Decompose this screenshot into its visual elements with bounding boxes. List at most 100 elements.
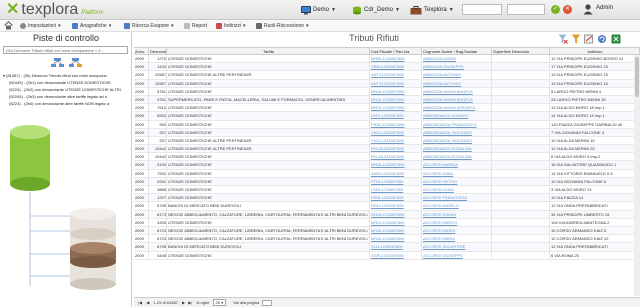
table-row[interactable]: 2009 4448 UTENZE DOMESTICHE GSPL1234567890 A… <box>134 251 640 260</box>
cell-cognome-nome[interactable]: ACCORSI PIETRO <box>422 177 492 185</box>
menu-anagrafiche[interactable]: Anagrafiche ▾ <box>72 22 111 30</box>
cell-cognome-nome[interactable]: ABBONDANZA ROSALINA <box>422 145 492 153</box>
cell-codice-fiscale[interactable]: FRNC1234567890 <box>370 120 422 128</box>
cell-cognome-nome[interactable]: ACCORSI LUISA <box>422 186 492 194</box>
date-from-input[interactable] <box>462 4 502 15</box>
filter-clear-icon[interactable] <box>558 34 568 44</box>
table-row[interactable]: 2009 6724 NEGOZI ABBIGLIAMENTO, CALZATURE,… <box>134 226 640 236</box>
table-row[interactable]: 2009 1433 UTENZE DOMESTICHE SRNL1234567890 A… <box>134 63 640 72</box>
table-row[interactable]: 2009 5592 UTENZE DOMESTICHE DNTL1234567890 A… <box>134 112 640 121</box>
column-header-denuncia[interactable]: Denuncia <box>149 48 167 54</box>
tree-item[interactable]: (52245) - (2b3) con denunciante altre ta… <box>3 93 129 100</box>
filter-icon[interactable] <box>571 34 581 44</box>
table-row[interactable]: 2009 9331 UTENZE DOMESTICHE PTRL1234567890 A… <box>134 177 640 186</box>
table-row[interactable]: 2009 257 UTENZE DOMESTICHE ALTRE PERTINENZ… <box>134 136 640 146</box>
cell-codice-fiscale[interactable]: ANTS1234567890 <box>370 79 422 87</box>
table-row[interactable]: 2009 10442 UTENZE DOMESTICHE RSLN1234567890… <box>134 153 640 162</box>
cell-codice-fiscale[interactable]: NGLL1234567890 <box>370 202 422 210</box>
column-header-cognome-nome[interactable]: Cognome-Nome / Rag.Sociale <box>422 48 492 54</box>
column-header-tariffa[interactable]: Tariffa <box>167 48 370 54</box>
cell-codice-fiscale[interactable]: GSPL1234567890 <box>370 251 422 259</box>
cell-codice-fiscale[interactable]: MRAL1234567890 <box>370 235 422 243</box>
cell-cognome-nome[interactable]: ACCORSI GIUSEPPE <box>422 251 492 259</box>
table-row[interactable]: 2009 10442 UTENZE DOMESTICHE ALTRE PERTINE… <box>134 145 640 154</box>
first-page-icon[interactable]: |◀ <box>138 300 142 305</box>
menu-ruoli[interactable]: Ruoli-Riscossione ▾ <box>256 22 309 30</box>
refresh-icon[interactable] <box>597 34 607 44</box>
table-row[interactable]: 2009 257 UTENZE DOMESTICHE VNCL1234567890 AB… <box>134 128 640 137</box>
goto-page-input[interactable] <box>262 299 273 306</box>
home-icon[interactable] <box>4 21 13 30</box>
tree-item[interactable]: (5224) - (2b2) con denunciante UTENZE DO… <box>3 86 129 93</box>
combo-cdr[interactable]: Cdr_Demo ▼ <box>352 4 400 16</box>
column-header-anno[interactable]: Anno <box>134 48 149 54</box>
cell-codice-fiscale[interactable]: DNTL1234567890 <box>370 112 422 120</box>
tree-item[interactable]: (5224) - (2b4) con denunciante altre tar… <box>3 100 129 107</box>
cell-codice-fiscale[interactable]: MRCL1234567890 <box>370 218 422 226</box>
cell-cognome-nome[interactable]: ABBAZZIA ANTONIO <box>422 71 492 79</box>
column-header-indirizzo[interactable]: Indirizzo <box>550 48 640 54</box>
excel-icon[interactable] <box>611 34 621 44</box>
table-row[interactable]: 2009 5781 UTENZE DOMESTICHE MRAL1234567890 A… <box>134 87 640 96</box>
cell-cognome-nome[interactable]: ABBONDANZA ROSALINA <box>422 153 492 161</box>
date-to-input[interactable] <box>507 4 545 15</box>
scrollbar-thumb[interactable] <box>635 57 639 97</box>
cell-cognome-nome[interactable]: ACCORSI MARIA <box>422 226 492 235</box>
cell-cognome-nome[interactable]: ABBONDANZA DONATO <box>422 112 492 120</box>
table-row[interactable]: 2009 6795 BANCHI DI MERCATO BENI DUREVOLI S… <box>134 243 640 252</box>
table-row[interactable]: 2009 7531 UTENZE DOMESTICHE ANNL1234567890 A… <box>134 169 640 178</box>
cell-codice-fiscale[interactable]: VNCL1234567890 <box>370 128 422 136</box>
cell-cognome-nome[interactable]: ACCORSI FRANCESCA <box>422 194 492 202</box>
table-row[interactable]: 2009 7510 UTENZE DOMESTICHE MRSL1234567890 A… <box>134 104 640 113</box>
table-row[interactable]: 2009 1270 UTENZE DOMESTICHE MRRL1234567890 A… <box>134 55 640 64</box>
cell-cognome-nome[interactable]: ABBAZZIA MARIA ANGELA <box>422 95 492 104</box>
cell-codice-fiscale[interactable]: RSLN1234567890 <box>370 145 422 153</box>
tree-tools-icon[interactable] <box>50 57 90 69</box>
table-row[interactable]: 2009 9885 UTENZE DOMESTICHE LSNL1234567890 A… <box>134 186 640 195</box>
cell-codice-fiscale[interactable]: RSLN1234567890 <box>370 153 422 161</box>
table-row[interactable]: 2009 10587 UTENZE DOMESTICHE ALTRE PERTINE… <box>134 71 640 80</box>
cell-codice-fiscale[interactable]: LSNL1234567890 <box>370 186 422 194</box>
cell-cognome-nome[interactable]: ABBAZZIA MARIA ASSUNTA <box>422 104 492 112</box>
cell-cognome-nome[interactable]: ACCORSI SALVATORE <box>422 243 492 251</box>
export-icon[interactable] <box>584 34 594 44</box>
table-row[interactable]: 2009 6795 BANCHI DI MERCATO BENI DUREVOLI N… <box>134 202 640 211</box>
table-row[interactable]: 2009 6724 NEGOZI ABBIGLIAMENTO, CALZATURE,… <box>134 235 640 244</box>
user-name[interactable]: Admin <box>596 5 613 11</box>
menu-ricerca[interactable]: Ricerca Evapore ▾ <box>124 22 173 30</box>
last-page-icon[interactable]: ▶| <box>188 300 192 305</box>
cell-codice-fiscale[interactable]: PTRL1234567890 <box>370 177 422 185</box>
column-header-codice-fiscale[interactable]: Cod.Fiscale / Part.Iva <box>370 48 422 54</box>
combo-demo[interactable]: Demo ▼ <box>301 4 336 16</box>
cell-codice-fiscale[interactable]: SRNL1234567890 <box>370 63 422 71</box>
tree-item[interactable]: (52445) - (2b1) con denunciante UTENZE D… <box>3 79 129 86</box>
rows-per-page-select[interactable]: 25 ▾ <box>212 299 227 306</box>
menu-indirizzi[interactable]: Indirizzi ▾ <box>216 22 245 30</box>
table-row[interactable]: 2009 10587 UTENZE DOMESTICHE ANTS1234567890… <box>134 79 640 88</box>
cell-cognome-nome[interactable]: ACCORSI GIANNI <box>422 210 492 218</box>
cell-cognome-nome[interactable]: ACCORSI MARINA <box>422 161 492 169</box>
tree-item-root[interactable]: ▾ (81587) - (2b) Denunce Tributo rifiuti… <box>3 72 129 79</box>
cell-cognome-nome[interactable]: ABBAZZIA MARIA ANGELA <box>422 87 492 95</box>
cell-cognome-nome[interactable]: ABBONDANZA VINCENZO <box>422 136 492 145</box>
table-row[interactable]: 2009 1207 UTENZE DOMESTICHE FRNL1234567890 A… <box>134 194 640 203</box>
control-track-select[interactable]: (2b) Denunce Tributo rifiuti con mesi oc… <box>3 46 128 54</box>
cell-codice-fiscale[interactable]: ANNL1234567890 <box>370 169 422 177</box>
next-page-icon[interactable]: ▶ <box>182 300 185 305</box>
cell-codice-fiscale[interactable]: MRAL1234567890 <box>370 95 422 104</box>
cell-codice-fiscale[interactable]: MRNL1234567890 <box>370 161 422 169</box>
cell-codice-fiscale[interactable]: ANTS1234567890 <box>370 71 422 79</box>
cell-cognome-nome[interactable]: ABBAZZIA ANTONIO <box>422 79 492 87</box>
column-header-superficie[interactable]: Superficie Denuncia <box>492 48 550 54</box>
cell-codice-fiscale[interactable]: GNNL1234567890 <box>370 210 422 218</box>
cell-cognome-nome[interactable]: ABBAZZIA GIUSEPPE <box>422 63 492 71</box>
table-row[interactable]: 2009 4205 UTENZE DOMESTICHE MRCL1234567890 A… <box>134 218 640 227</box>
menu-impostazioni[interactable]: Impostazioni ▾ <box>20 22 61 30</box>
cell-codice-fiscale[interactable]: MRAL1234567890 <box>370 87 422 95</box>
combo-texplora[interactable]: Texplora ▼ <box>410 4 454 16</box>
cell-codice-fiscale[interactable]: MRSL1234567890 <box>370 104 422 112</box>
cell-codice-fiscale[interactable]: VNCL1234567890 <box>370 136 422 145</box>
cell-cognome-nome[interactable]: ACCORSI ANNA <box>422 169 492 177</box>
cell-cognome-nome[interactable]: ACCORSI MARCO <box>422 218 492 226</box>
cell-codice-fiscale[interactable]: MRRL1234567890 <box>370 55 422 63</box>
